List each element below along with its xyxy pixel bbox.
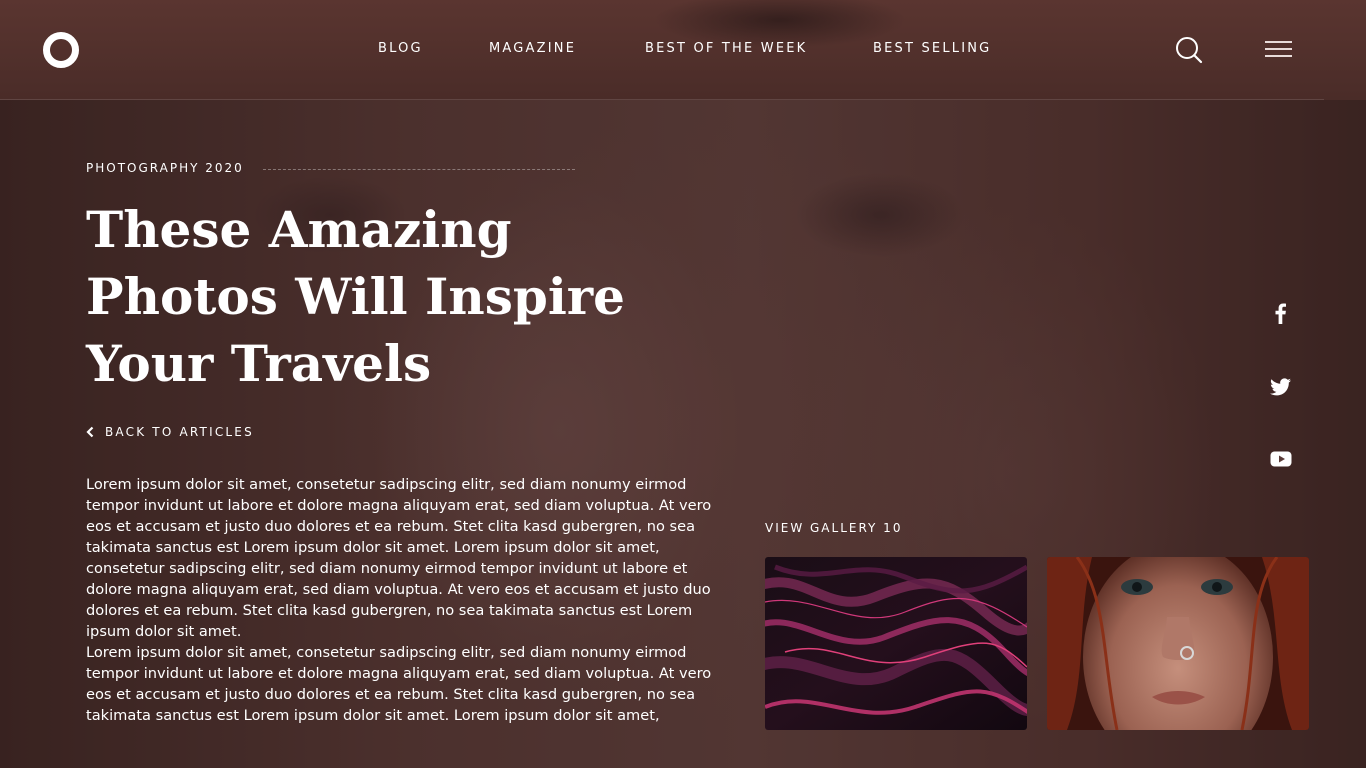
abstract-marble-thumbnail[interactable] bbox=[765, 557, 1027, 730]
hamburger-menu-icon[interactable] bbox=[1265, 40, 1293, 60]
article-category: PHOTOGRAPHY 2020 bbox=[86, 161, 244, 175]
freckled-portrait-thumbnail[interactable] bbox=[1047, 557, 1309, 730]
nav-item-best-selling[interactable]: BEST SELLING bbox=[873, 41, 991, 56]
article-title-line: Photos Will Inspire bbox=[86, 267, 625, 326]
search-icon[interactable] bbox=[1175, 36, 1203, 64]
article-title-line: These Amazing bbox=[86, 200, 512, 259]
twitter-icon[interactable] bbox=[1268, 376, 1294, 398]
nav-item-blog[interactable]: BLOG bbox=[378, 41, 423, 56]
article-title-line: Your Travels bbox=[86, 334, 432, 393]
site-header: BLOG MAGAZINE BEST OF THE WEEK BEST SELL… bbox=[0, 0, 1366, 100]
ring-logo-icon[interactable] bbox=[43, 32, 79, 68]
article-paragraph: Lorem ipsum dolor sit amet, consetetur s… bbox=[86, 476, 712, 640]
back-to-articles-label: BACK TO ARTICLES bbox=[105, 425, 254, 439]
youtube-icon[interactable] bbox=[1268, 449, 1294, 469]
article-title: These Amazing Photos Will Inspire Your T… bbox=[86, 196, 646, 397]
chevron-left-icon bbox=[86, 426, 94, 438]
nav-item-best-of-the-week[interactable]: BEST OF THE WEEK bbox=[645, 41, 807, 56]
header-divider bbox=[0, 99, 1324, 100]
nav-item-magazine[interactable]: MAGAZINE bbox=[489, 41, 576, 56]
article-body: Lorem ipsum dolor sit amet, consetetur s… bbox=[86, 474, 722, 726]
category-divider bbox=[263, 169, 575, 170]
article-paragraph: Lorem ipsum dolor sit amet, consetetur s… bbox=[86, 644, 712, 724]
facebook-icon[interactable] bbox=[1268, 301, 1294, 325]
back-to-articles-link[interactable]: BACK TO ARTICLES bbox=[86, 423, 254, 441]
view-gallery-link[interactable]: VIEW GALLERY 10 bbox=[765, 521, 902, 535]
